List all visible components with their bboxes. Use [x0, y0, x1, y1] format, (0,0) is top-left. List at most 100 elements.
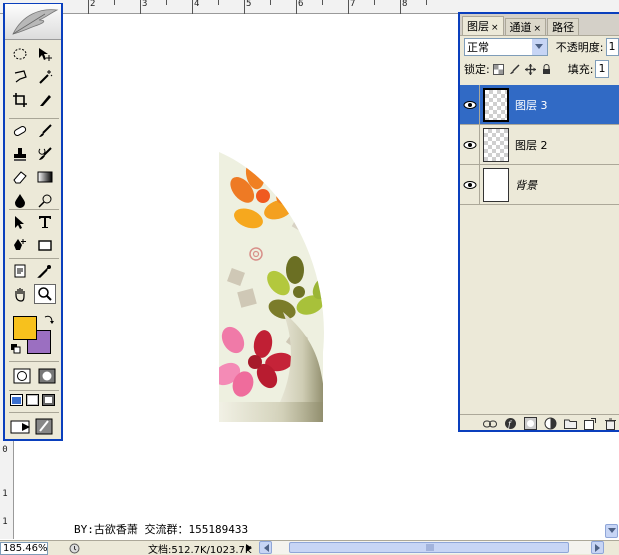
swap-colors-icon[interactable]: [43, 314, 55, 326]
chevron-down-icon[interactable]: [531, 39, 547, 55]
path-selection-tool[interactable]: [9, 212, 31, 232]
curl-shadow: [219, 402, 324, 422]
tab-paths[interactable]: 路径: [547, 18, 580, 35]
ruler-tick: [88, 0, 89, 14]
new-group-folder-icon[interactable]: [563, 417, 577, 431]
close-icon[interactable]: ×: [534, 24, 542, 34]
lock-pixels-brush-icon[interactable]: [508, 62, 522, 76]
visibility-eye-icon[interactable]: [460, 164, 480, 205]
foreground-color-swatch[interactable]: [13, 316, 37, 340]
scroll-down-button[interactable]: [605, 524, 618, 538]
blend-mode-select[interactable]: 正常: [464, 38, 548, 56]
scroll-left-button[interactable]: [259, 541, 272, 554]
stamp-icon: [14, 148, 26, 161]
gradient-tool[interactable]: [34, 167, 56, 187]
tab-channels[interactable]: 通道 ×: [504, 18, 547, 35]
layers-footer-toolbar: f: [460, 414, 619, 432]
elliptical-marquee-icon: [13, 48, 27, 60]
notes-tool[interactable]: [9, 261, 31, 281]
layer-list: 图层 3 图层 2 背景: [460, 84, 619, 419]
move-tool[interactable]: [34, 44, 56, 64]
blur-tool[interactable]: [9, 190, 31, 210]
ruler-label: 5: [246, 0, 252, 9]
add-mask-icon[interactable]: [523, 417, 537, 431]
tools-group-painting: [9, 121, 59, 210]
layers-palette: 图层 × 通道 × 路径 正常 不透明度: 1 锁定: 填充: 1 图层 3 图…: [458, 12, 619, 432]
history-brush-tool[interactable]: [34, 144, 56, 164]
status-info-button[interactable]: [48, 542, 100, 555]
tools-divider: [9, 390, 59, 391]
pen-nib-icon: [14, 239, 26, 250]
lock-transparency-icon[interactable]: [492, 62, 506, 76]
tab-layers[interactable]: 图层 ×: [462, 16, 504, 35]
horizontal-scrollbar[interactable]: [259, 541, 604, 554]
scroll-right-button[interactable]: [591, 541, 604, 554]
zoom-tool[interactable]: [34, 284, 56, 304]
feather-icon: [12, 9, 59, 35]
opacity-input[interactable]: 1: [605, 38, 619, 56]
crop-icon: [13, 93, 27, 107]
horizontal-scroll-thumb[interactable]: [289, 542, 569, 553]
healing-brush-tool[interactable]: [9, 121, 31, 141]
brush-icon: [39, 124, 52, 137]
screen-mode-standard-icon[interactable]: [10, 394, 23, 406]
eyedropper-tool[interactable]: [34, 261, 56, 281]
ruler-label: 1: [2, 517, 8, 527]
close-icon[interactable]: ×: [491, 23, 499, 33]
brush-tool[interactable]: [34, 121, 56, 141]
hand-tool[interactable]: [9, 284, 31, 304]
lock-position-move-icon[interactable]: [524, 62, 538, 76]
layer-row-background[interactable]: 背景: [460, 164, 619, 205]
eraser-tool[interactable]: [9, 167, 31, 187]
pen-tool[interactable]: [9, 235, 31, 255]
ruler-minor-tick: [166, 0, 167, 5]
lock-all-padlock-icon[interactable]: [540, 62, 554, 76]
visibility-eye-icon[interactable]: [460, 84, 480, 125]
layer-name[interactable]: 背景: [515, 177, 537, 193]
link-layers-icon[interactable]: [483, 417, 497, 431]
new-layer-icon[interactable]: [583, 417, 597, 431]
default-colors-icon[interactable]: [11, 344, 21, 354]
standard-mode-button[interactable]: [11, 366, 33, 386]
status-menu-button[interactable]: [242, 542, 255, 555]
marquee-tool[interactable]: [9, 44, 31, 64]
layer-thumbnail: [483, 87, 509, 122]
lasso-tool[interactable]: [9, 67, 31, 87]
layers-palette-tabs: 图层 × 通道 × 路径: [460, 14, 619, 36]
dodge-tool[interactable]: [34, 190, 56, 210]
tools-header[interactable]: [5, 4, 61, 40]
path-select-arrow-icon: [15, 216, 24, 229]
ruler-minor-tick: [426, 0, 427, 5]
chevron-left-icon: [263, 543, 269, 552]
ruler-tick: [140, 0, 141, 14]
adjustment-layer-icon[interactable]: [543, 417, 557, 431]
gradient-icon: [37, 171, 53, 183]
layer-name[interactable]: 图层 3: [515, 97, 548, 113]
magic-wand-tool[interactable]: [34, 67, 56, 87]
shape-tool[interactable]: [34, 235, 56, 255]
ruler-minor-tick: [270, 0, 271, 5]
trash-icon[interactable]: [603, 417, 617, 431]
layer-row-layer-3[interactable]: 图层 3: [460, 84, 619, 125]
type-tool[interactable]: [34, 212, 56, 232]
ruler-label: 7: [350, 0, 356, 9]
ruler-label: 8: [402, 0, 408, 9]
info-circle-icon: [69, 543, 79, 553]
document-size: 文档:512.7K/1023.7K: [148, 544, 252, 555]
crop-tool[interactable]: [9, 90, 31, 110]
tools-divider: [9, 118, 59, 119]
visibility-eye-icon[interactable]: [460, 124, 480, 165]
fill-input[interactable]: 1: [595, 60, 610, 78]
fill-label: 填充:: [567, 63, 594, 76]
slice-tool[interactable]: [34, 90, 56, 110]
quick-mask-button[interactable]: [36, 366, 58, 386]
layer-style-icon[interactable]: f: [503, 417, 517, 431]
clone-stamp-tool[interactable]: [9, 144, 31, 164]
layer-name[interactable]: 图层 2: [515, 137, 548, 153]
tools-divider: [9, 209, 59, 210]
screen-mode-full-menu-icon[interactable]: [26, 394, 39, 406]
zoom-level-input[interactable]: 185.46%: [0, 541, 48, 555]
screen-mode-full-icon[interactable]: [42, 394, 55, 406]
layer-row-layer-2[interactable]: 图层 2: [460, 124, 619, 165]
jump-to-imageready-button[interactable]: [10, 417, 56, 438]
